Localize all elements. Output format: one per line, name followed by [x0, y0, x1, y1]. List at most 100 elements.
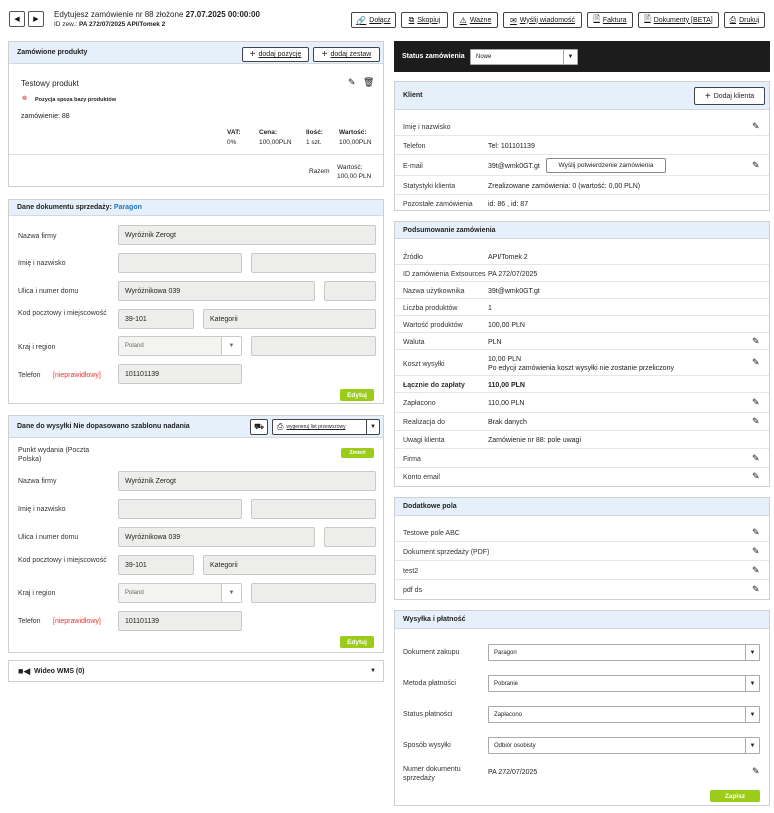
edit-product-icon[interactable]: ✎	[348, 77, 356, 88]
invoice-button[interactable]: 🗎 Faktura	[587, 12, 633, 28]
attach-button[interactable]: 🔗 Dołącz	[351, 12, 396, 28]
add-client-label: Dodaj klienta	[713, 92, 755, 100]
shipping-method-select[interactable]: Odbiór osobisty ▼	[488, 737, 760, 754]
ship-house-number-field[interactable]	[324, 527, 376, 547]
shipping-edit-button[interactable]: Edytuj	[340, 636, 374, 648]
company-label: Nazwa firmy	[18, 233, 57, 240]
purchase-document-value: Paragon	[494, 649, 517, 656]
extra-field-row: Testowe pole ABC ✎	[395, 523, 769, 542]
value-header: Wartość:	[339, 129, 367, 136]
documents-button[interactable]: 🗎 Dokumenty [BETA]	[638, 12, 719, 28]
trash-icon[interactable]: 🗑	[363, 77, 374, 88]
pencil-icon[interactable]: ✎	[752, 397, 760, 408]
pencil-icon[interactable]: ✎	[752, 565, 760, 576]
order-status-bar: Status zamówienia Nowe ▼	[394, 41, 770, 72]
pencil-icon[interactable]: ✎	[752, 416, 760, 427]
warning-icon: ⚠	[459, 15, 467, 25]
pencil-icon[interactable]: ✎	[752, 527, 760, 538]
qty-header: Ilość:	[306, 129, 323, 136]
postal-code-field[interactable]: 39-101	[118, 309, 194, 329]
line-value: 100,00PLN	[339, 139, 372, 146]
other-orders-label: Pozostałe zamówienia	[403, 201, 473, 208]
last-name-field[interactable]	[251, 253, 376, 273]
pencil-icon[interactable]: ✎	[752, 546, 760, 557]
country-select[interactable]: Poland ▼	[118, 336, 242, 356]
ship-first-name-field[interactable]	[118, 499, 242, 519]
next-order-button[interactable]: ▶	[28, 11, 44, 27]
ship-company-field[interactable]: Wyróżnik Zerogt	[118, 471, 376, 491]
pencil-icon[interactable]: ✎	[752, 584, 760, 595]
pencil-icon[interactable]: ✎	[752, 336, 760, 347]
price-header: Cena:	[259, 129, 278, 136]
name-label: Imię i nazwisko	[18, 260, 66, 267]
send-message-button[interactable]: ✉ Wyślij wiadomość	[503, 12, 582, 28]
plus-icon: +	[704, 90, 711, 102]
pencil-icon[interactable]: ✎	[752, 471, 760, 482]
printer-icon: ⎙	[277, 422, 284, 431]
ship-country-select[interactable]: Poland ▼	[118, 583, 242, 603]
pencil-icon[interactable]: ✎	[752, 766, 760, 777]
copy-button[interactable]: ⧉ Skopiuj	[401, 12, 448, 28]
ship-phone-field[interactable]: 101101139	[118, 611, 242, 631]
payment-method-select[interactable]: Pobranie ▼	[488, 675, 760, 692]
house-number-field[interactable]	[324, 281, 376, 301]
company-field[interactable]: Wyróżnik Zerogt	[118, 225, 376, 245]
city-field[interactable]: Kategorii	[203, 309, 376, 329]
client-panel: Klient + Dodaj klienta Imię i nazwisko ✎ …	[394, 81, 770, 211]
ship-street-field[interactable]: Wyróżnikowa 039	[118, 527, 315, 547]
truck-icon: ⛟	[253, 422, 265, 431]
chevron-down-icon[interactable]: ▼	[366, 420, 379, 434]
change-pickup-button[interactable]: Zmień	[341, 448, 374, 458]
pencil-icon[interactable]: ✎	[752, 121, 760, 132]
plus-icon: +	[249, 49, 256, 60]
chevron-down-icon: ▼	[745, 645, 759, 660]
ext-order-id-label: ID zamówienia Extsources	[403, 271, 486, 278]
add-set-button[interactable]: + dodaj zestaw	[313, 47, 380, 62]
ship-last-name-field[interactable]	[251, 499, 376, 519]
shipping-panel: Dane do wysyłki Nie dopasowano szablonu …	[8, 415, 384, 653]
sale-document-type-link[interactable]: Paragon	[114, 204, 142, 211]
add-item-button[interactable]: + dodaj pozycję	[242, 47, 309, 62]
region-field[interactable]	[251, 336, 376, 356]
save-button[interactable]: Zapisz	[710, 790, 760, 802]
sale-document-title: Dane dokumentu sprzedaży:	[17, 204, 112, 211]
payment-status-value: Zapłacono	[494, 711, 523, 718]
purchase-document-select[interactable]: Paragon ▼	[488, 644, 760, 661]
chevron-down-icon: ▼	[745, 676, 759, 691]
payment-status-select[interactable]: Zapłacono ▼	[488, 706, 760, 723]
payment-method-value: Pobranie	[494, 680, 519, 687]
external-id: ID zew.: PA 272/07/2025 API/Tomek 2	[54, 21, 165, 28]
client-name-label: Imię i nazwisko	[403, 124, 451, 131]
first-name-field[interactable]	[118, 253, 242, 273]
generate-label-button[interactable]: ⎙ wygeneruj list przewozowy ▼	[272, 419, 380, 435]
link-icon: 🔗	[356, 15, 367, 25]
important-button[interactable]: ⚠ Ważne	[453, 12, 498, 28]
print-button[interactable]: ⎙ Drukuj	[724, 12, 765, 28]
product-count-label: Liczba produktów	[403, 305, 458, 312]
video-wms-panel[interactable]: ■◀ Wideo WMS (0) ▼	[8, 660, 384, 682]
ship-country-value: Poland	[125, 590, 144, 596]
ship-city-field[interactable]: Kategorii	[203, 555, 376, 575]
courier-button[interactable]: ⛟	[250, 419, 268, 435]
send-confirmation-button[interactable]: Wyślij potwierdzenie zamówienia	[546, 158, 666, 173]
ship-postal-code-field[interactable]: 39-101	[118, 555, 194, 575]
deadline-label: Realizacja do	[403, 419, 446, 426]
important-label: Ważne	[469, 16, 492, 24]
sale-document-edit-button[interactable]: Edytuj	[340, 389, 374, 401]
prev-order-button[interactable]: ◀	[9, 11, 25, 27]
pencil-icon[interactable]: ✎	[752, 160, 760, 171]
shipping-payment-panel: Wysyłka i płatność Dokument zakupu Parag…	[394, 610, 770, 806]
street-field[interactable]: Wyróżnikowa 039	[118, 281, 315, 301]
order-status-select[interactable]: Nowe ▼	[470, 49, 578, 65]
add-client-button[interactable]: + Dodaj klienta	[694, 87, 765, 105]
pencil-icon[interactable]: ✎	[752, 357, 760, 368]
other-orders-links[interactable]: id: 86 , id: 87	[488, 200, 528, 209]
vat-header: VAT:	[227, 129, 241, 136]
product-name[interactable]: Testowy produkt	[21, 79, 79, 88]
ship-region-field[interactable]	[251, 583, 376, 603]
currency-value: PLN	[488, 339, 502, 346]
phone-field[interactable]: 101101139	[118, 364, 242, 384]
external-id-label: ID zew.:	[54, 21, 78, 28]
source-label: Źródło	[403, 254, 423, 261]
pencil-icon[interactable]: ✎	[752, 453, 760, 464]
